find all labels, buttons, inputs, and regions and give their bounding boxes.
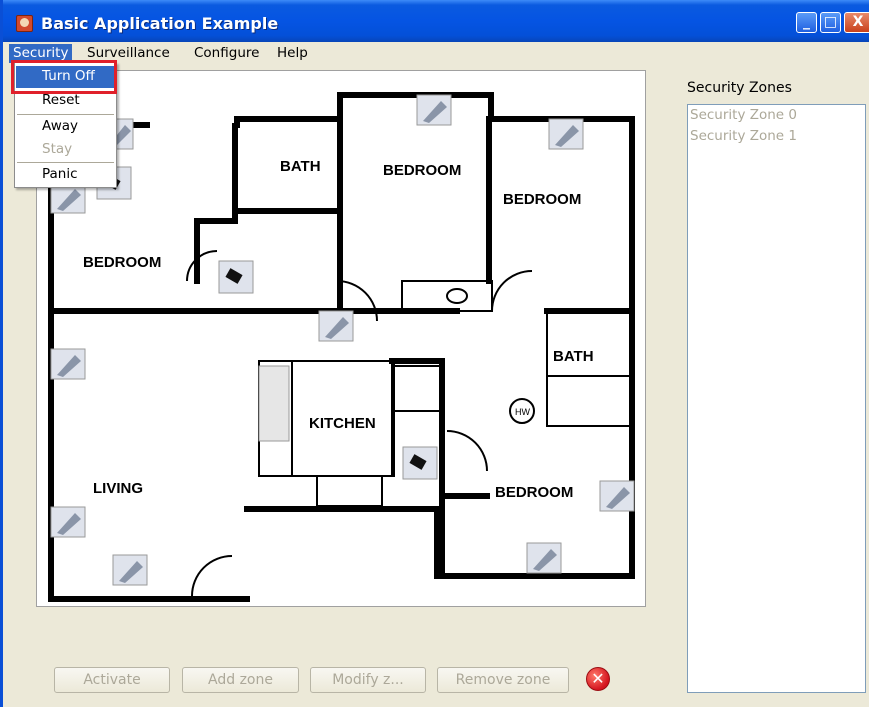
remove-zone-button[interactable]: Remove zone xyxy=(437,667,569,693)
menu-bar: Security Surveillance Configure Help xyxy=(3,42,869,64)
window-title: Basic Application Example xyxy=(41,14,279,33)
menu-item-reset[interactable]: Reset xyxy=(16,90,115,112)
room-label: BEDROOM xyxy=(503,191,581,208)
zone-list-item[interactable]: Security Zone 0 xyxy=(688,105,865,126)
room-label: LIVING xyxy=(93,480,143,497)
title-bar[interactable]: Basic Application Example _ □ X xyxy=(3,0,869,42)
room-label: BEDROOM xyxy=(83,254,161,271)
menu-item-panic[interactable]: Panic xyxy=(16,164,115,186)
zone-list-item[interactable]: Security Zone 1 xyxy=(688,126,865,147)
maximize-button[interactable]: □ xyxy=(820,12,841,33)
menu-configure[interactable]: Configure xyxy=(190,44,263,63)
x-circle-icon[interactable]: ✕ xyxy=(586,667,610,691)
security-zones-label: Security Zones xyxy=(687,80,792,96)
modify-zone-button[interactable]: Modify z... xyxy=(310,667,426,693)
room-label: BATH xyxy=(280,158,321,175)
menu-security[interactable]: Security xyxy=(9,44,73,63)
camera-icon[interactable] xyxy=(402,446,438,480)
sensor-icon[interactable] xyxy=(526,542,562,574)
menu-separator xyxy=(17,162,114,163)
security-menu-dropdown: Turn Off Reset Away Stay Panic xyxy=(14,62,117,188)
close-button[interactable]: X xyxy=(844,12,869,33)
room-label: BEDROOM xyxy=(495,484,573,501)
menu-surveillance[interactable]: Surveillance xyxy=(83,44,174,63)
add-zone-button[interactable]: Add zone xyxy=(182,667,299,693)
room-label: BEDROOM xyxy=(383,162,461,179)
room-label: BATH xyxy=(553,348,594,365)
menu-item-away[interactable]: Away xyxy=(16,116,115,138)
sensor-icon[interactable] xyxy=(112,554,148,586)
menu-item-turn-off[interactable]: Turn Off xyxy=(16,66,115,88)
floor-plan-panel: BEDROOM BATH BEDROOM BEDROOM BATH KITCHE… xyxy=(36,70,646,607)
activate-button[interactable]: Activate xyxy=(54,667,170,693)
menu-item-stay: Stay xyxy=(42,141,73,157)
app-window: Basic Application Example _ □ X Security… xyxy=(0,0,869,707)
sensor-icon[interactable] xyxy=(50,348,86,380)
room-label: KITCHEN xyxy=(309,415,376,432)
sensor-icon[interactable] xyxy=(416,94,452,126)
menu-separator xyxy=(17,114,114,115)
java-app-icon xyxy=(16,15,33,32)
floor-plan: BEDROOM BATH BEDROOM BEDROOM BATH KITCHE… xyxy=(48,92,635,602)
sensor-icon[interactable] xyxy=(50,506,86,538)
security-zones-list[interactable]: Security Zone 0 Security Zone 1 xyxy=(687,104,866,693)
sensor-icon[interactable] xyxy=(318,310,354,342)
sensor-icon[interactable] xyxy=(599,480,635,512)
minimize-button[interactable]: _ xyxy=(796,12,817,33)
sensor-icon[interactable] xyxy=(548,118,584,150)
menu-help[interactable]: Help xyxy=(273,44,312,63)
water-heater-label: HW xyxy=(515,407,530,417)
camera-icon[interactable] xyxy=(218,260,254,294)
